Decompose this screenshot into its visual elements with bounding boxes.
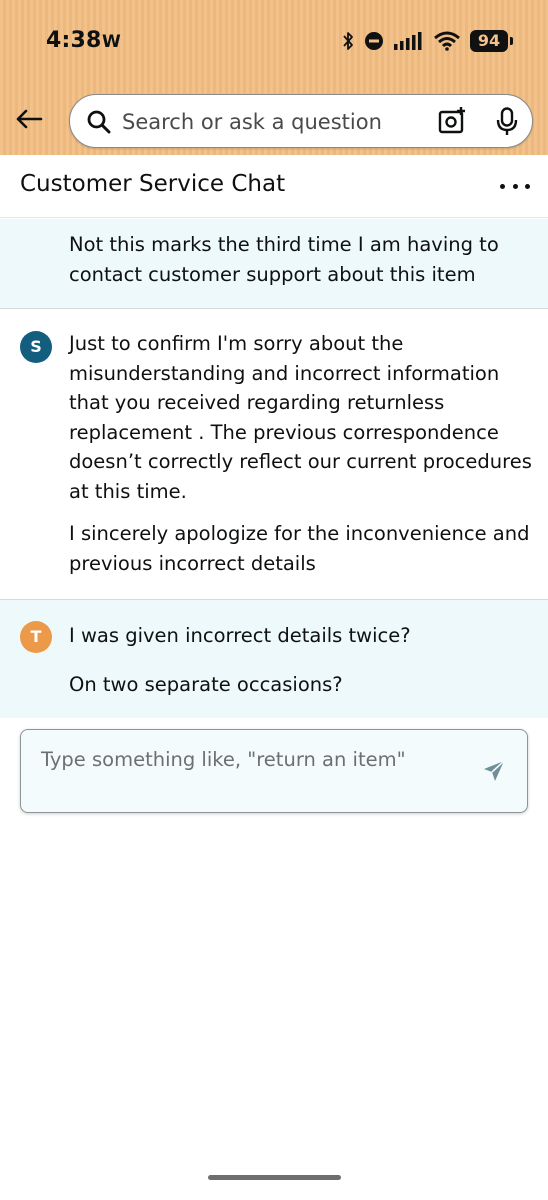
page-title: Customer Service Chat (20, 171, 286, 197)
send-button[interactable] (483, 760, 505, 786)
battery-indicator: 94 (470, 30, 513, 52)
bluetooth-icon (343, 32, 353, 50)
camera-search-button[interactable] (438, 107, 466, 139)
status-bar: 4:38 W 94 (0, 0, 548, 80)
more-horizontal-icon (500, 183, 505, 189)
back-button[interactable] (12, 102, 46, 136)
status-time: 4:38 (46, 28, 102, 53)
do-not-disturb-icon (365, 32, 383, 50)
status-icons: 94 (342, 28, 513, 54)
chat-message-input[interactable] (41, 744, 461, 774)
agent-avatar: S (20, 331, 52, 363)
user-avatar: T (20, 621, 52, 653)
more-options-button[interactable] (500, 173, 530, 199)
arrow-left-icon (16, 109, 43, 129)
chat-message-customer: T I was given incorrect details twice? O… (0, 600, 548, 718)
chat-message-customer: Not this marks the third time I am havin… (0, 219, 548, 308)
send-icon (484, 760, 505, 781)
wifi-icon (434, 31, 460, 51)
signal-icon (394, 32, 422, 50)
status-notification-icon: W (102, 32, 121, 52)
chat-header: Customer Service Chat (0, 155, 548, 218)
message-text: Not this marks the third time I am havin… (69, 233, 499, 286)
home-indicator[interactable] (208, 1175, 341, 1180)
search-input[interactable] (122, 107, 422, 137)
message-text: Just to confirm I'm sorry about the misu… (69, 332, 532, 503)
chat-input-box[interactable] (20, 729, 528, 813)
message-text: On two separate occasions? (69, 673, 343, 696)
message-text: I was given incorrect details twice? (69, 624, 411, 647)
camera-scan-icon (438, 107, 465, 134)
message-text: I sincerely apologize for the inconvenie… (69, 522, 530, 575)
microphone-icon (496, 107, 518, 135)
chat-message-agent: S Just to confirm I'm sorry about the mi… (0, 309, 548, 599)
voice-search-button[interactable] (496, 107, 518, 141)
nav-bar (0, 92, 548, 148)
search-bar[interactable] (69, 94, 533, 148)
search-icon (87, 110, 111, 134)
